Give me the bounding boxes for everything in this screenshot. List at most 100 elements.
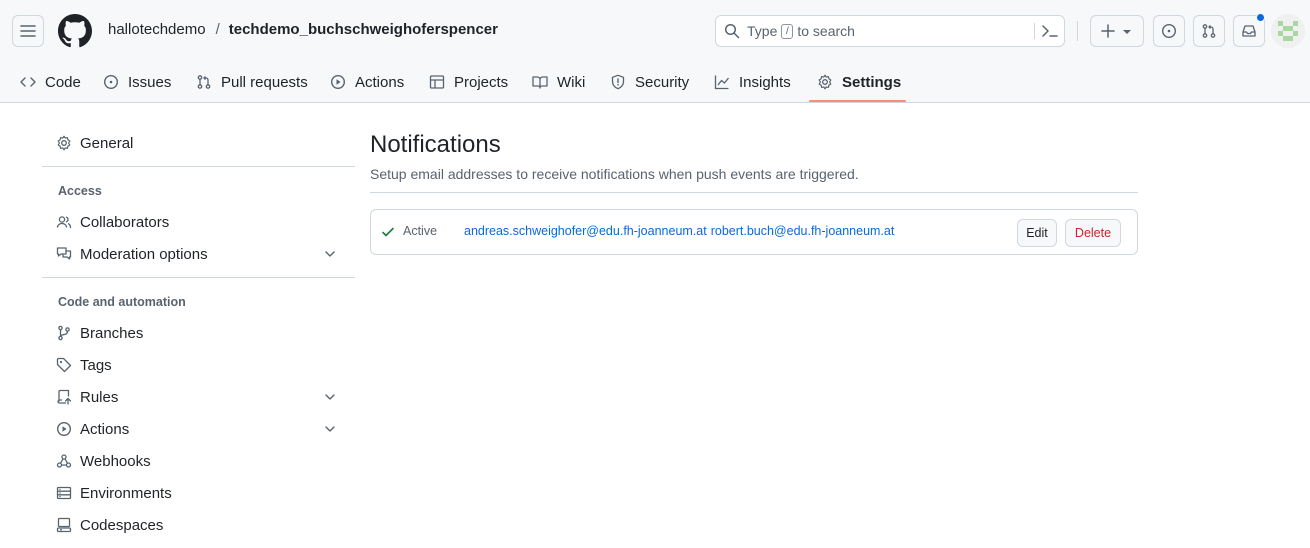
- header-divider: [1077, 21, 1078, 41]
- sidebar-item-label: General: [80, 134, 134, 152]
- search-shortcut-key: /: [781, 23, 794, 39]
- chevron-down-icon: [325, 426, 335, 432]
- tab-wiki[interactable]: Wiki: [532, 62, 585, 102]
- email-list: andreas.schweighofer@edu.fh-joanneum.at r…: [464, 224, 898, 238]
- play-icon: [330, 74, 346, 90]
- sidebar-item-branches[interactable]: Branches: [56, 319, 346, 347]
- tab-issues[interactable]: Issues: [103, 62, 171, 102]
- sidebar-item-rules[interactable]: Rules: [56, 383, 346, 411]
- sidebar-item-label: Webhooks: [80, 452, 151, 470]
- github-logo-icon[interactable]: [58, 14, 92, 48]
- command-palette-icon[interactable]: [1041, 23, 1059, 39]
- check-icon: [382, 227, 394, 237]
- owner-link[interactable]: hallotechdemo: [108, 21, 206, 38]
- search-input[interactable]: Type / to search: [715, 15, 1065, 47]
- gear-icon: [57, 135, 71, 151]
- issue-icon: [103, 74, 119, 90]
- code-icon: [20, 77, 36, 87]
- play-icon: [56, 421, 72, 437]
- sidebar-item-moderation-options[interactable]: Moderation options: [56, 240, 346, 268]
- gear-icon: [818, 74, 832, 90]
- email-address[interactable]: andreas.schweighofer@edu.fh-joanneum.at: [464, 224, 707, 238]
- search-icon: [724, 23, 740, 39]
- tab-code[interactable]: Code: [20, 62, 81, 102]
- pull-requests-button[interactable]: [1193, 15, 1225, 47]
- sidebar-heading-code-and-automation: Code and automation: [58, 295, 186, 309]
- search-suffix: to search: [797, 23, 855, 39]
- sidebar-item-actions[interactable]: Actions: [56, 415, 346, 443]
- issue-icon: [1161, 23, 1177, 39]
- tab-settings[interactable]: Settings: [817, 62, 901, 102]
- inbox-icon: [1242, 25, 1256, 37]
- menu-button[interactable]: [12, 15, 44, 47]
- sidebar-item-webhooks[interactable]: Webhooks: [56, 447, 346, 475]
- sidebar-item-label: Tags: [80, 356, 112, 374]
- status-badge: Active: [403, 224, 438, 238]
- comment-discussion-icon: [56, 247, 72, 260]
- tag-icon: [56, 357, 72, 373]
- sidebar-item-general[interactable]: General: [56, 129, 346, 157]
- issues-button[interactable]: [1153, 15, 1185, 47]
- sidebar-item-label: Environments: [80, 484, 172, 502]
- git-branch-icon: [58, 325, 70, 341]
- sidebar-item-label: Actions: [80, 420, 130, 438]
- avatar[interactable]: [1271, 14, 1305, 48]
- pull-request-icon: [1202, 24, 1216, 38]
- sidebar-divider: [42, 166, 355, 167]
- pull-request-icon: [197, 75, 211, 89]
- shield-icon: [611, 74, 625, 90]
- sidebar-item-label: Moderation options: [80, 245, 208, 263]
- sidebar-item-codespaces[interactable]: Codespaces: [56, 511, 346, 539]
- graph-icon: [714, 75, 730, 90]
- tab-label: Issues: [128, 73, 172, 91]
- tab-label: Projects: [454, 73, 509, 91]
- tab-projects[interactable]: Projects: [429, 62, 508, 102]
- create-new-button[interactable]: [1090, 15, 1144, 47]
- search-placeholder: Type / to search: [747, 23, 855, 39]
- page-description: Setup email addresses to receive notific…: [370, 166, 859, 182]
- tab-label: Wiki: [557, 73, 586, 91]
- sidebar-item-collaborators[interactable]: Collaborators: [56, 208, 346, 236]
- tab-label: Settings: [842, 73, 902, 91]
- sidebar-item-tags[interactable]: Tags: [56, 351, 346, 379]
- tab-label: Security: [635, 73, 690, 91]
- hamburger-icon: [20, 25, 36, 37]
- notification-dot: [1256, 13, 1265, 22]
- sidebar-item-label: Rules: [80, 388, 119, 406]
- sidebar-item-environments[interactable]: Environments: [56, 479, 346, 507]
- tab-label: Insights: [739, 73, 791, 91]
- sidebar-item-label: Codespaces: [80, 516, 164, 534]
- chevron-down-icon: [325, 394, 335, 400]
- chevron-down-icon: [325, 251, 335, 257]
- repo-push-icon: [57, 389, 72, 405]
- book-icon: [532, 76, 548, 89]
- title-divider: [370, 192, 1138, 193]
- tab-insights[interactable]: Insights: [714, 62, 791, 102]
- tab-label: Pull requests: [221, 73, 308, 91]
- people-icon: [56, 216, 72, 229]
- edit-button[interactable]: Edit: [1017, 219, 1057, 247]
- search-prefix: Type: [747, 23, 778, 39]
- tab-security[interactable]: Security: [610, 62, 689, 102]
- table-icon: [429, 75, 445, 89]
- app-header: hallotechdemo / techdemo_buchschweighofe…: [0, 0, 1310, 103]
- sidebar-heading-access: Access: [58, 184, 102, 198]
- page-title: Notifications: [370, 131, 501, 158]
- search-divider: [1034, 23, 1035, 39]
- tab-pull-requests[interactable]: Pull requests: [196, 62, 308, 102]
- sidebar-divider: [42, 277, 355, 278]
- tab-actions[interactable]: Actions: [330, 62, 404, 102]
- email-address[interactable]: robert.buch@edu.fh-joanneum.at: [711, 224, 895, 238]
- codespaces-icon: [56, 517, 72, 533]
- tab-label: Actions: [355, 73, 405, 91]
- repo-link[interactable]: techdemo_buchschweighoferspencer: [229, 21, 498, 38]
- sidebar-item-label: Collaborators: [80, 213, 170, 231]
- breadcrumb-separator: /: [215, 21, 220, 38]
- selected-tab-indicator: [809, 100, 906, 102]
- plus-icon: [1101, 24, 1115, 38]
- notification-entry: Active andreas.schweighofer@edu.fh-joann…: [370, 209, 1138, 255]
- delete-button[interactable]: Delete: [1065, 219, 1121, 247]
- tab-label: Code: [45, 73, 81, 91]
- sidebar-item-label: Branches: [80, 324, 144, 342]
- server-icon: [56, 486, 72, 500]
